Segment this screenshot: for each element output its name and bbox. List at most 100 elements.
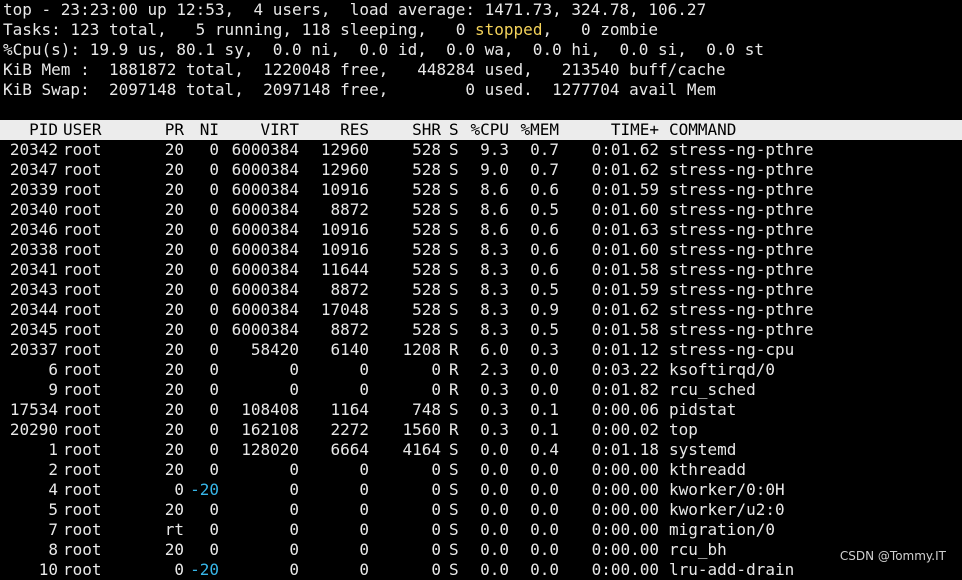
process-table-header: PID USER PR NI VIRT RES SHR S %CPU %MEM TIME+ COMMA… — [0, 120, 962, 140]
cell-command: rcu_bh — [669, 540, 727, 559]
cell-cpu: 8.6 — [480, 180, 509, 199]
cell-virt: 6000384 — [231, 160, 299, 179]
cell-cpu: 8.6 — [480, 200, 509, 219]
cell-cpu: 2.3 — [480, 360, 509, 379]
cell-pr: 20 — [164, 360, 184, 379]
cell-command: lru-add-drain — [669, 560, 795, 579]
cell-shr: 1208 — [402, 340, 441, 359]
cell-user: root — [63, 140, 102, 159]
cell-pr: 20 — [164, 280, 184, 299]
cell-time: 0:01.62 — [591, 160, 659, 179]
cell-pr: 20 — [164, 200, 184, 219]
cell-virt: 0 — [289, 540, 299, 559]
cell-virt: 0 — [289, 460, 299, 479]
table-row: 20346 root 20 0 6000384 10916 528 S 8.6 0.6 0:01.6… — [0, 220, 962, 240]
cell-virt: 6000384 — [231, 180, 299, 199]
cell-time: 0:01.82 — [591, 380, 659, 399]
cell-virt: 6000384 — [231, 140, 299, 159]
cell-res: 12960 — [320, 160, 369, 179]
cell-ni: 0 — [209, 440, 219, 459]
cell-s: S — [449, 440, 459, 459]
cell-virt: 6000384 — [231, 200, 299, 219]
cell-s: S — [449, 320, 459, 339]
cell-command: migration/0 — [669, 520, 775, 539]
cell-pr: 0 — [174, 560, 184, 579]
cell-virt: 0 — [289, 560, 299, 579]
cell-cpu: 8.3 — [480, 260, 509, 279]
cell-cpu: 8.3 — [480, 280, 509, 299]
cell-command: stress-ng-pthre — [669, 260, 814, 279]
table-row: 9 root 20 0 0 0 0 R 0.3 0.0 0:01.82 rcu_sched — [0, 380, 962, 400]
cell-time: 0:01.60 — [591, 240, 659, 259]
tasks-text: Tasks: 123 total, 5 running, 118 sleepin… — [3, 20, 476, 39]
cell-user: root — [63, 460, 102, 479]
cell-time: 0:00.00 — [591, 460, 659, 479]
cell-shr: 0 — [431, 380, 441, 399]
cell-user: root — [63, 380, 102, 399]
cell-mem: 0.0 — [530, 460, 559, 479]
cell-command: kthreadd — [669, 460, 747, 479]
cell-user: root — [63, 340, 102, 359]
cell-ni: 0 — [209, 180, 219, 199]
cell-res: 6664 — [330, 440, 369, 459]
cell-command: stress-ng-pthre — [669, 220, 814, 239]
cell-command: top — [669, 420, 698, 439]
cell-time: 0:00.02 — [591, 420, 659, 439]
cell-time: 0:00.00 — [591, 480, 659, 499]
cell-ni: 0 — [209, 380, 219, 399]
cell-res: 8872 — [330, 200, 369, 219]
cell-s: S — [449, 540, 459, 559]
cell-cpu: 0.0 — [480, 440, 509, 459]
cell-pid: 2 — [48, 460, 58, 479]
cell-user: root — [63, 220, 102, 239]
cell-user: root — [63, 420, 102, 439]
cell-user: root — [63, 300, 102, 319]
cell-virt: 6000384 — [231, 260, 299, 279]
cell-s: S — [449, 200, 459, 219]
cpu-line: %Cpu(s): 19.9 us, 80.1 sy, 0.0 ni, 0.0 i… — [3, 40, 764, 59]
cell-shr: 528 — [412, 260, 441, 279]
cell-time: 0:00.06 — [591, 400, 659, 419]
col-res: RES — [340, 120, 369, 139]
cell-pr: 20 — [164, 220, 184, 239]
table-row: 20344 root 20 0 6000384 17048 528 S 8.3 0.9 0:01.6… — [0, 300, 962, 320]
cell-ni: 0 — [209, 520, 219, 539]
col-pid: PID — [29, 120, 58, 139]
cell-mem: 0.5 — [530, 280, 559, 299]
cell-ni: -20 — [190, 560, 219, 579]
cell-pid: 4 — [48, 480, 58, 499]
cell-res: 0 — [359, 360, 369, 379]
cell-pr: 20 — [164, 300, 184, 319]
cell-res: 0 — [359, 380, 369, 399]
cell-pid: 10 — [38, 560, 58, 579]
cell-shr: 528 — [412, 220, 441, 239]
cell-time: 0:01.59 — [591, 180, 659, 199]
cell-cpu: 0.0 — [480, 520, 509, 539]
cell-user: root — [63, 180, 102, 199]
cell-cpu: 8.3 — [480, 240, 509, 259]
cell-mem: 0.0 — [530, 380, 559, 399]
col-s: S — [449, 120, 459, 139]
table-row: 1 root 20 0 128020 6664 4164 S 0.0 0.4 0:01.18 syst… — [0, 440, 962, 460]
cell-virt: 108408 — [241, 400, 299, 419]
table-row: 4 root 0 -20 0 0 0 S 0.0 0.0 0:00.00 kworker/0:0H — [0, 480, 962, 500]
cell-time: 0:00.00 — [591, 520, 659, 539]
cell-shr: 528 — [412, 320, 441, 339]
col-ni: NI — [199, 120, 219, 139]
cell-user: root — [63, 440, 102, 459]
cell-pid: 20340 — [9, 200, 58, 219]
cell-time: 0:01.62 — [591, 300, 659, 319]
table-row: 20347 root 20 0 6000384 12960 528 S 9.0 0.7 0:01.6… — [0, 160, 962, 180]
cell-pid: 20346 — [9, 220, 58, 239]
cell-s: S — [449, 260, 459, 279]
cell-user: root — [63, 280, 102, 299]
cell-cpu: 0.0 — [480, 560, 509, 579]
col-pr: PR — [164, 120, 184, 139]
cell-pr: 20 — [164, 420, 184, 439]
cell-pid: 20345 — [9, 320, 58, 339]
cell-cpu: 0.3 — [480, 420, 509, 439]
table-row: 20342 root 20 0 6000384 12960 528 S 9.3 0.7 0:01.6… — [0, 140, 962, 160]
cell-time: 0:01.18 — [591, 440, 659, 459]
cell-pr: 20 — [164, 440, 184, 459]
mem-line: KiB Mem : 1881872 total, 1220048 free, 4… — [3, 60, 726, 79]
